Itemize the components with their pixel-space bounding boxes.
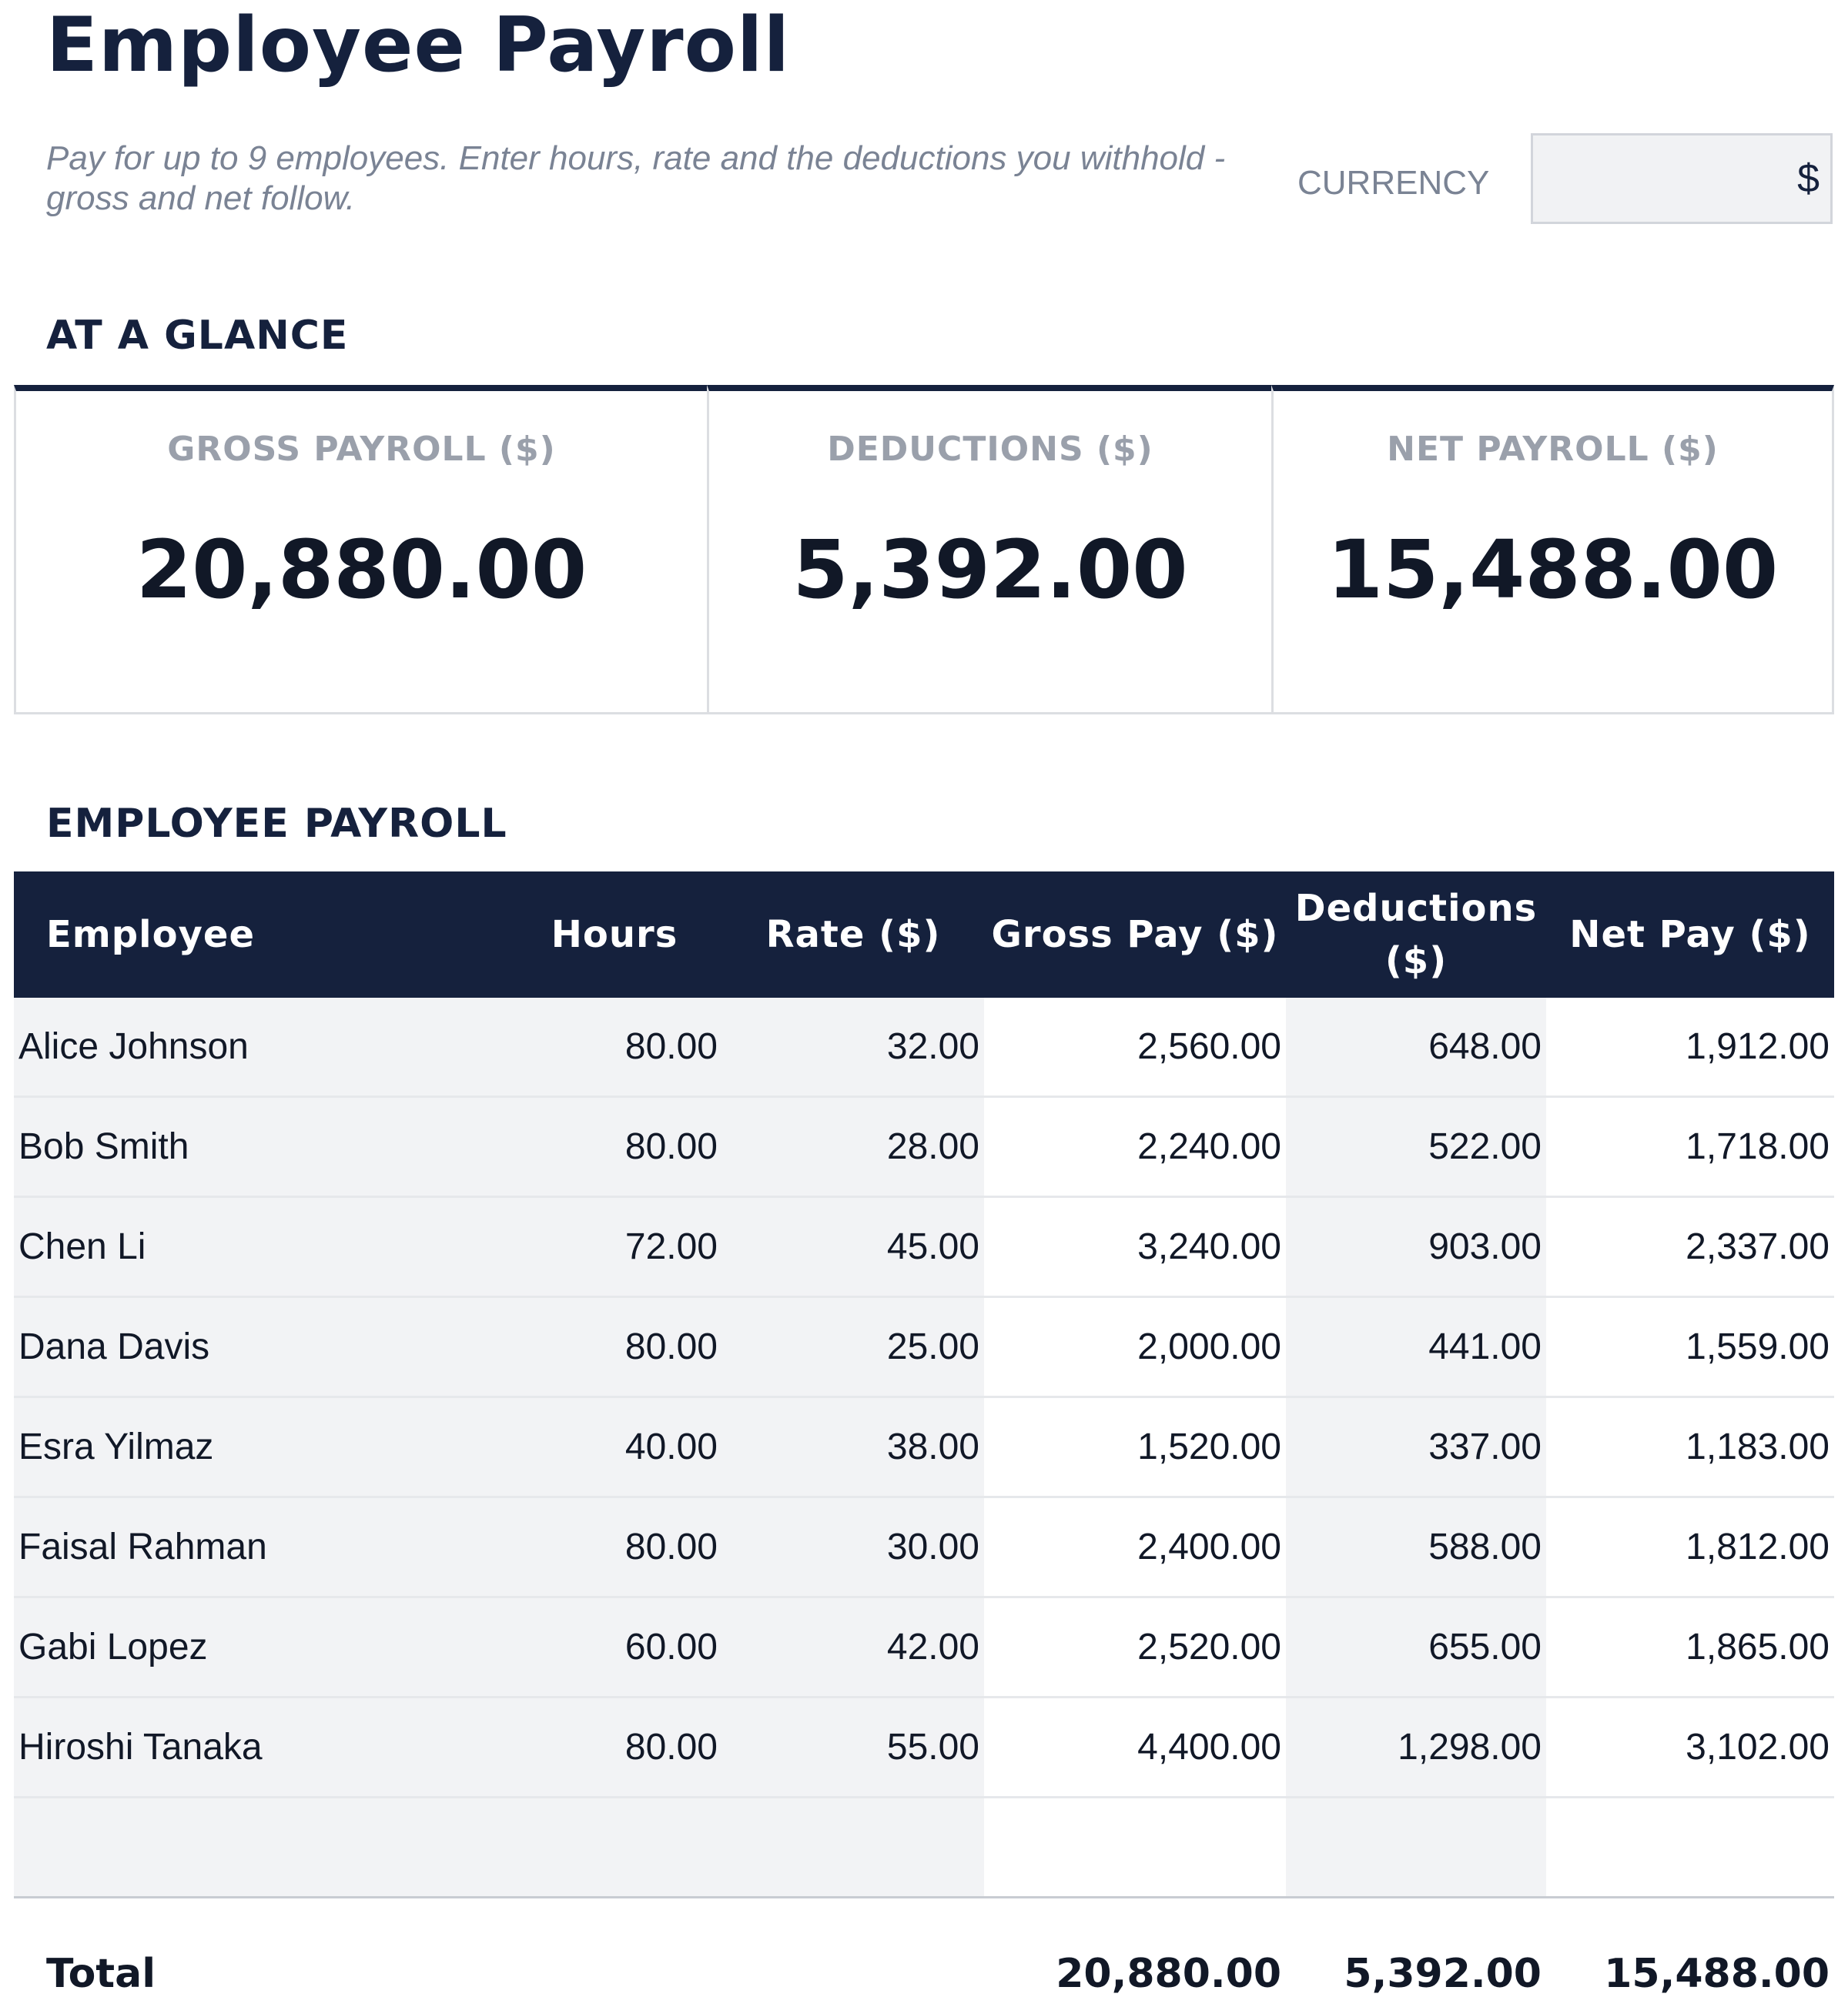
total-deductions: 5,392.00 xyxy=(1286,1898,1546,1997)
gross-pay-cell: 3,240.00 xyxy=(984,1197,1286,1297)
employee-name-cell[interactable]: Bob Smith xyxy=(14,1097,507,1197)
gross-pay-cell: 1,520.00 xyxy=(984,1397,1286,1497)
rate-cell[interactable] xyxy=(722,1798,984,1898)
employee-name-cell[interactable]: Dana Davis xyxy=(14,1297,507,1397)
net-pay-cell xyxy=(1546,1798,1834,1898)
deductions-cell[interactable]: 522.00 xyxy=(1286,1097,1546,1197)
rate-cell[interactable]: 55.00 xyxy=(722,1698,984,1798)
gross-pay-cell: 2,560.00 xyxy=(984,998,1286,1097)
rate-cell[interactable]: 25.00 xyxy=(722,1297,984,1397)
table-header-row: Employee Hours Rate ($) Gross Pay ($) De… xyxy=(14,871,1834,998)
employee-name-cell[interactable]: Gabi Lopez xyxy=(14,1597,507,1698)
gross-pay-cell: 2,240.00 xyxy=(984,1097,1286,1197)
deductions-cell[interactable]: 337.00 xyxy=(1286,1397,1546,1497)
hours-cell[interactable]: 80.00 xyxy=(507,1497,722,1597)
rate-cell[interactable]: 45.00 xyxy=(722,1197,984,1297)
page-title: Employee Payroll xyxy=(46,0,790,91)
table-row: Bob Smith 80.00 28.00 2,240.00 522.00 1,… xyxy=(14,1097,1834,1197)
hours-cell[interactable]: 72.00 xyxy=(507,1197,722,1297)
net-pay-cell: 1,559.00 xyxy=(1546,1297,1834,1397)
rate-cell[interactable]: 30.00 xyxy=(722,1497,984,1597)
deductions-cell[interactable]: 1,298.00 xyxy=(1286,1698,1546,1798)
employee-name-cell[interactable] xyxy=(14,1798,507,1898)
table-row: Hiroshi Tanaka 80.00 55.00 4,400.00 1,29… xyxy=(14,1698,1834,1798)
net-pay-cell: 2,337.00 xyxy=(1546,1197,1834,1297)
hours-cell[interactable]: 80.00 xyxy=(507,998,722,1097)
hours-cell[interactable]: 60.00 xyxy=(507,1597,722,1698)
total-hours-empty xyxy=(507,1898,722,1997)
table-row: Alice Johnson 80.00 32.00 2,560.00 648.0… xyxy=(14,998,1834,1097)
kpi-deductions: DEDUCTIONS ($) 5,392.00 xyxy=(707,385,1271,714)
deductions-cell[interactable]: 441.00 xyxy=(1286,1297,1546,1397)
kpi-value: 20,880.00 xyxy=(16,524,707,616)
payroll-table: Employee Hours Rate ($) Gross Pay ($) De… xyxy=(14,871,1834,1997)
kpi-cards: GROSS PAYROLL ($) 20,880.00 DEDUCTIONS (… xyxy=(14,385,1834,714)
total-net-pay: 15,488.00 xyxy=(1546,1898,1834,1997)
employee-name-cell[interactable]: Alice Johnson xyxy=(14,998,507,1097)
table-row: Chen Li 72.00 45.00 3,240.00 903.00 2,33… xyxy=(14,1197,1834,1297)
table-row-empty xyxy=(14,1798,1834,1898)
rate-cell[interactable]: 38.00 xyxy=(722,1397,984,1497)
hours-cell[interactable]: 80.00 xyxy=(507,1097,722,1197)
rate-cell[interactable]: 28.00 xyxy=(722,1097,984,1197)
kpi-gross-payroll: GROSS PAYROLL ($) 20,880.00 xyxy=(14,385,707,714)
rate-cell[interactable]: 32.00 xyxy=(722,998,984,1097)
deductions-cell[interactable]: 655.00 xyxy=(1286,1597,1546,1698)
table-row: Faisal Rahman 80.00 30.00 2,400.00 588.0… xyxy=(14,1497,1834,1597)
column-header-net-pay: Net Pay ($) xyxy=(1546,871,1834,998)
table-row: Dana Davis 80.00 25.00 2,000.00 441.00 1… xyxy=(14,1297,1834,1397)
at-a-glance-heading: AT A GLANCE xyxy=(46,311,348,360)
total-gross-pay: 20,880.00 xyxy=(984,1898,1286,1997)
kpi-net-payroll: NET PAYROLL ($) 15,488.00 xyxy=(1271,385,1834,714)
total-rate-empty xyxy=(722,1898,984,1997)
kpi-value: 5,392.00 xyxy=(709,524,1271,616)
table-row: Gabi Lopez 60.00 42.00 2,520.00 655.00 1… xyxy=(14,1597,1834,1698)
hours-cell[interactable]: 80.00 xyxy=(507,1698,722,1798)
column-header-hours: Hours xyxy=(507,871,722,998)
kpi-value: 15,488.00 xyxy=(1274,524,1832,616)
hours-cell[interactable]: 80.00 xyxy=(507,1297,722,1397)
currency-input[interactable]: $ xyxy=(1531,133,1833,224)
rate-cell[interactable]: 42.00 xyxy=(722,1597,984,1698)
totals-row: Total 20,880.00 5,392.00 15,488.00 xyxy=(14,1898,1834,1997)
hours-cell[interactable]: 40.00 xyxy=(507,1397,722,1497)
net-pay-cell: 1,183.00 xyxy=(1546,1397,1834,1497)
employee-name-cell[interactable]: Faisal Rahman xyxy=(14,1497,507,1597)
column-header-employee: Employee xyxy=(14,871,507,998)
deductions-cell[interactable]: 648.00 xyxy=(1286,998,1546,1097)
total-label: Total xyxy=(14,1898,507,1997)
deductions-cell[interactable]: 588.00 xyxy=(1286,1497,1546,1597)
deductions-cell[interactable]: 903.00 xyxy=(1286,1197,1546,1297)
net-pay-cell: 1,912.00 xyxy=(1546,998,1834,1097)
net-pay-cell: 1,812.00 xyxy=(1546,1497,1834,1597)
gross-pay-cell: 4,400.00 xyxy=(984,1698,1286,1798)
column-header-gross-pay: Gross Pay ($) xyxy=(984,871,1286,998)
table-row: Esra Yilmaz 40.00 38.00 1,520.00 337.00 … xyxy=(14,1397,1834,1497)
kpi-label: GROSS PAYROLL ($) xyxy=(16,428,707,471)
employee-payroll-heading: EMPLOYEE PAYROLL xyxy=(46,799,507,848)
page-subtitle: Pay for up to 9 employees. Enter hours, … xyxy=(46,139,1278,219)
deductions-cell[interactable] xyxy=(1286,1798,1546,1898)
gross-pay-cell: 2,520.00 xyxy=(984,1597,1286,1698)
hours-cell[interactable] xyxy=(507,1798,722,1898)
employee-name-cell[interactable]: Esra Yilmaz xyxy=(14,1397,507,1497)
net-pay-cell: 1,865.00 xyxy=(1546,1597,1834,1698)
column-header-rate: Rate ($) xyxy=(722,871,984,998)
kpi-label: DEDUCTIONS ($) xyxy=(709,428,1271,471)
employee-name-cell[interactable]: Hiroshi Tanaka xyxy=(14,1698,507,1798)
employee-name-cell[interactable]: Chen Li xyxy=(14,1197,507,1297)
column-header-deductions: Deductions ($) xyxy=(1286,871,1546,998)
gross-pay-cell: 2,000.00 xyxy=(984,1297,1286,1397)
kpi-label: NET PAYROLL ($) xyxy=(1274,428,1832,471)
net-pay-cell: 1,718.00 xyxy=(1546,1097,1834,1197)
gross-pay-cell xyxy=(984,1798,1286,1898)
currency-label: CURRENCY xyxy=(1297,162,1489,205)
gross-pay-cell: 2,400.00 xyxy=(984,1497,1286,1597)
net-pay-cell: 3,102.00 xyxy=(1546,1698,1834,1798)
